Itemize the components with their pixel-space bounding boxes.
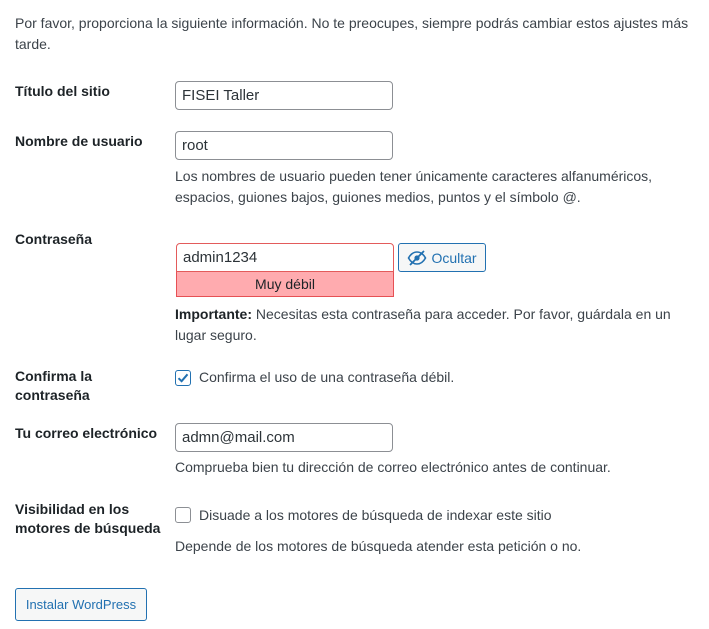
hide-password-button[interactable]: Ocultar [398, 243, 486, 272]
confirm-weak-label: Confirma el uso de una contraseña débil. [199, 369, 455, 385]
eye-slash-icon [408, 249, 427, 266]
checkmark-icon [177, 373, 189, 383]
install-form: Por favor, proporciona la siguiente info… [0, 0, 709, 629]
username-description: Los nombres de usuario pueden tener únic… [175, 168, 653, 205]
password-note-strong: Importante: [175, 306, 252, 322]
email-label: Tu correo electrónico [15, 425, 158, 441]
password-strength-meter: Muy débil [176, 272, 394, 297]
username-input[interactable] [175, 131, 393, 160]
email-description: Comprueba bien tu dirección de correo el… [175, 459, 611, 475]
password-input[interactable] [176, 243, 394, 272]
confirm-weak-checkbox[interactable] [175, 370, 191, 386]
confirm-label: Confirma la contraseña [15, 368, 93, 403]
site-title-input[interactable] [175, 81, 393, 110]
visibility-description: Depende de los motores de búsqueda atend… [175, 538, 582, 554]
password-label: Contraseña [15, 231, 93, 247]
email-input[interactable] [175, 423, 393, 452]
password-note: Importante: Necesitas esta contraseña pa… [175, 304, 675, 346]
site-title-label: Título del sitio [15, 83, 110, 99]
intro-text: Por favor, proporciona la siguiente info… [15, 15, 689, 52]
hide-password-label: Ocultar [431, 249, 477, 266]
username-label: Nombre de usuario [15, 133, 143, 149]
install-wordpress-button[interactable]: Instalar WordPress [15, 588, 147, 621]
discourage-search-label: Disuade a los motores de búsqueda de ind… [199, 507, 552, 523]
visibility-label: Visibilidad en los motores de búsqueda [15, 501, 161, 536]
discourage-search-checkbox[interactable] [175, 507, 191, 523]
